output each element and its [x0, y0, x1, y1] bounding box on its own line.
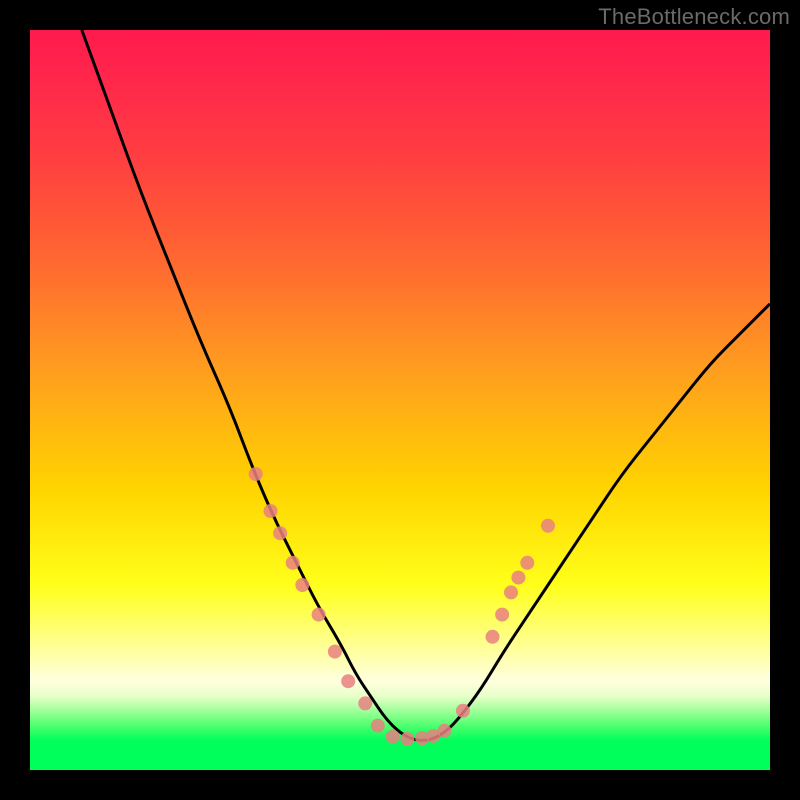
bottleneck-curve — [82, 30, 770, 740]
sample-point — [249, 467, 263, 481]
sample-point — [312, 608, 326, 622]
sample-point — [263, 504, 277, 518]
sample-point — [386, 730, 400, 744]
curve-layer — [30, 30, 770, 770]
sample-point — [295, 578, 309, 592]
sample-point — [328, 645, 342, 659]
sample-point — [504, 585, 518, 599]
sample-point — [341, 674, 355, 688]
sample-point — [437, 724, 451, 738]
sample-point — [495, 608, 509, 622]
watermark-text: TheBottleneck.com — [598, 4, 790, 30]
plot-area — [30, 30, 770, 770]
sample-point — [520, 556, 534, 570]
sample-point — [286, 556, 300, 570]
chart-frame: TheBottleneck.com — [0, 0, 800, 800]
sample-point — [511, 571, 525, 585]
sample-point — [541, 519, 555, 533]
sample-point — [358, 696, 372, 710]
sample-point — [485, 630, 499, 644]
sample-point — [273, 526, 287, 540]
sample-point — [371, 719, 385, 733]
sample-point — [456, 704, 470, 718]
sample-point — [400, 732, 414, 746]
